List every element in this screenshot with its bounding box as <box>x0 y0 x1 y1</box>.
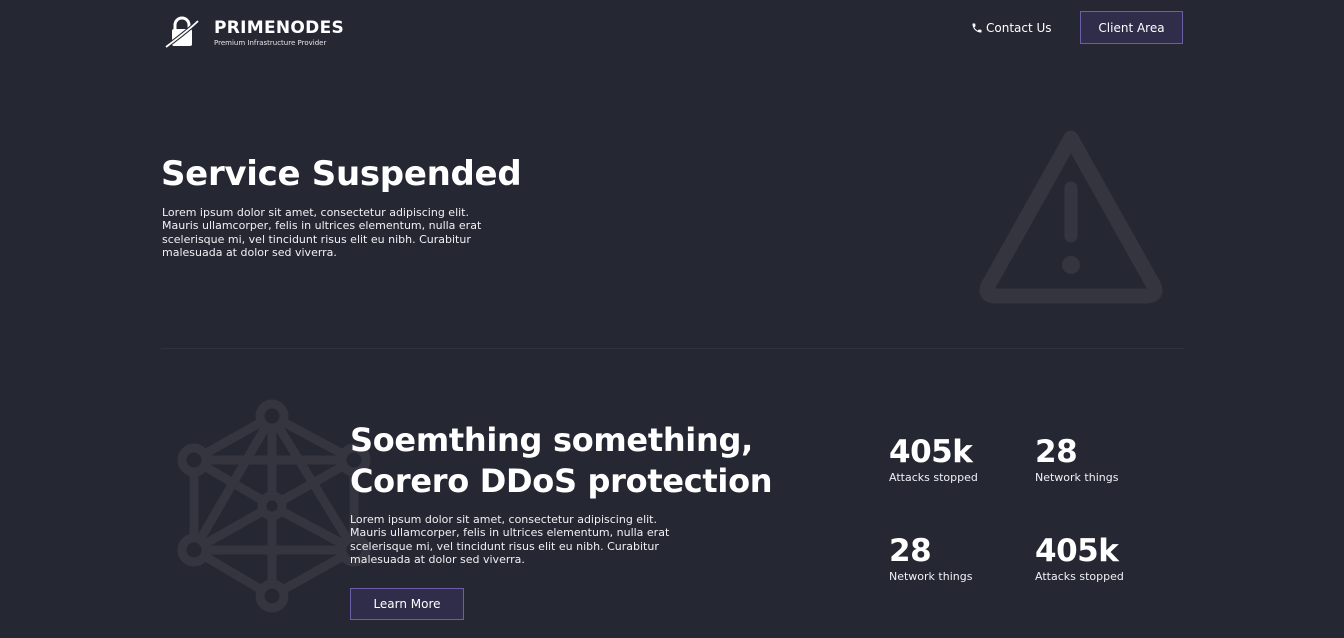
stat-attacks-stopped: 405k Attacks stopped <box>1035 533 1124 584</box>
stat-label: Attacks stopped <box>1035 570 1124 583</box>
stat-label: Network things <box>1035 471 1119 484</box>
ddos-section-title: Soemthing something, Corero DDoS protect… <box>350 420 773 502</box>
brand-tagline: Premium Infrastructure Provider <box>214 39 327 47</box>
stat-value: 405k <box>889 434 973 470</box>
warning-triangle-icon <box>979 130 1163 304</box>
stat-label: Network things <box>889 570 973 583</box>
stat-value: 28 <box>1035 434 1078 470</box>
brand[interactable]: PRIMENODES Premium Infrastructure Provid… <box>164 15 344 51</box>
section-divider <box>161 348 1184 349</box>
stat-label: Attacks stopped <box>889 471 978 484</box>
contact-us-link[interactable]: Contact Us <box>971 20 1052 36</box>
stat-attacks-stopped: 405k Attacks stopped <box>889 434 978 485</box>
stat-value: 28 <box>889 533 932 569</box>
ddos-title-line1: Soemthing something, <box>350 421 753 459</box>
padlock-orbit-icon <box>164 16 200 49</box>
client-area-button[interactable]: Client Area <box>1080 11 1183 44</box>
hero-description: Lorem ipsum dolor sit amet, consectetur … <box>162 206 482 260</box>
stat-value: 405k <box>1035 533 1119 569</box>
brand-name: PRIMENODES <box>214 18 345 38</box>
network-icon <box>177 399 371 613</box>
page: PRIMENODES Premium Infrastructure Provid… <box>0 0 1344 638</box>
ddos-description: Lorem ipsum dolor sit amet, consectetur … <box>350 513 670 567</box>
stat-network-things: 28 Network things <box>1035 434 1118 485</box>
stat-network-things: 28 Network things <box>889 533 972 584</box>
page-title: Service Suspended <box>161 154 522 194</box>
phone-icon <box>972 23 982 33</box>
brand-text: PRIMENODES Premium Infrastructure Provid… <box>214 18 344 48</box>
learn-more-button[interactable]: Learn More <box>350 588 464 620</box>
contact-us-label: Contact Us <box>986 21 1052 35</box>
ddos-title-line2: Corero DDoS protection <box>350 462 773 500</box>
